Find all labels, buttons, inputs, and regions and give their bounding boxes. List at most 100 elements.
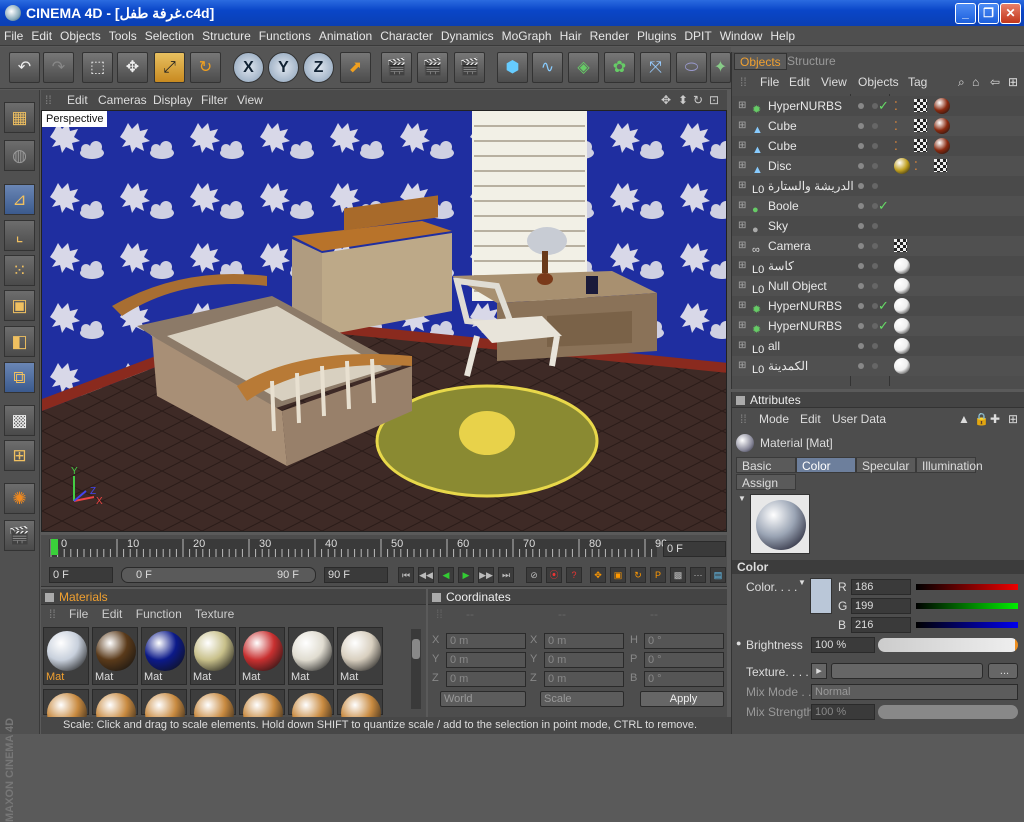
layout-icon[interactable]: ▦	[4, 102, 35, 133]
edges-mode-icon[interactable]: ▣	[4, 290, 35, 321]
material-tag-icon[interactable]	[894, 358, 910, 374]
redo-button[interactable]: ↷	[43, 52, 74, 83]
blue-value-field[interactable]: 216	[851, 617, 911, 633]
play-backward-button[interactable]: ◀	[438, 567, 454, 583]
expand-icon[interactable]: ⊞	[738, 356, 746, 376]
deformer-button[interactable]: ⤧	[640, 52, 671, 83]
preview-toggle-icon[interactable]: ▼	[738, 494, 746, 503]
scale-tool-button[interactable]: ⤢	[154, 52, 185, 83]
play-forward-button[interactable]: ▶	[458, 567, 474, 583]
previous-key-button[interactable]: ◀◀	[418, 567, 434, 583]
coord-value-field[interactable]: 0 °	[644, 671, 724, 687]
coord-value-field[interactable]: 0 m	[446, 671, 526, 687]
model-mode-icon[interactable]: ⊿	[4, 184, 35, 215]
attributes-menu-userdata[interactable]: User Data	[832, 409, 886, 429]
viewport-maximize-icon[interactable]: ⊡	[709, 93, 719, 107]
material-swatch[interactable]: Mat	[337, 627, 383, 685]
expand-icon[interactable]: ⊞	[738, 156, 746, 176]
uvw-tag-icon[interactable]	[934, 159, 947, 172]
material-swatch[interactable]	[337, 689, 383, 733]
material-swatch[interactable]	[43, 689, 89, 733]
menu-dpit[interactable]: DPIT	[680, 26, 715, 46]
new-window-icon-2[interactable]: ⊞	[1008, 409, 1018, 429]
texture-menu-button[interactable]: ▸	[811, 663, 827, 679]
sphere-mode-icon[interactable]: ◍	[4, 140, 35, 171]
texture-browse-button[interactable]: ...	[988, 663, 1018, 679]
texture-tag-icon[interactable]: ⁚	[894, 136, 898, 156]
object-row[interactable]: ⊞ L0 الكمدينة	[732, 356, 1024, 376]
expand-icon[interactable]: ⊞	[738, 296, 746, 316]
materials-scrollbar[interactable]	[411, 629, 421, 709]
material-swatch[interactable]: Mat	[190, 627, 236, 685]
viewport[interactable]: Perspective Y Z X	[41, 110, 727, 532]
render-region-button[interactable]: 🎬	[417, 52, 448, 83]
mixmode-dropdown[interactable]: Normal	[811, 684, 1018, 700]
coordinate-system-button[interactable]: ⬈	[340, 52, 371, 83]
texture-tag-icon[interactable]: ⁚	[894, 96, 898, 116]
tweak-mode-icon[interactable]: ✺	[4, 483, 35, 514]
red-value-field[interactable]: 186	[851, 579, 911, 595]
mixstrength-slider[interactable]	[878, 705, 1018, 719]
close-button[interactable]: ✕	[1000, 3, 1021, 24]
material-tag-icon[interactable]	[894, 278, 910, 294]
objects-menu-edit[interactable]: Edit	[789, 72, 810, 92]
viewport-move-icon[interactable]: ✥	[661, 93, 671, 107]
material-swatch[interactable]: Mat	[43, 627, 89, 685]
expand-icon[interactable]: ⊞	[738, 96, 746, 116]
render-visibility-dot[interactable]	[872, 183, 878, 189]
expand-icon[interactable]: ⊞	[738, 216, 746, 236]
light-button[interactable]: ✦	[710, 52, 731, 83]
render-to-picture-viewer-button[interactable]: 🎬	[454, 52, 485, 83]
timeline-window-icon[interactable]: ▤	[710, 567, 726, 583]
restore-button[interactable]: ❐	[978, 3, 999, 24]
material-tag-icon[interactable]	[934, 98, 950, 114]
tab-objects[interactable]: Objects	[734, 53, 787, 70]
render-visibility-dot[interactable]	[872, 243, 878, 249]
x-axis-lock-button[interactable]: X	[233, 52, 264, 83]
editor-visibility-dot[interactable]	[858, 103, 864, 109]
material-tag-icon[interactable]	[894, 158, 910, 174]
material-swatch[interactable]	[288, 689, 334, 733]
menu-structure[interactable]: Structure	[198, 26, 255, 46]
object-row[interactable]: ⊞ L0 كاسة	[732, 256, 1024, 276]
tab-basic[interactable]: Basic	[736, 457, 796, 473]
material-swatch[interactable]	[190, 689, 236, 733]
viewport-rotate-icon[interactable]: ↻	[693, 93, 703, 107]
timeline-ruler[interactable]	[49, 535, 669, 563]
object-row[interactable]: ⊞ ✹ HyperNURBS ✓	[732, 316, 1024, 336]
new-window-icon[interactable]: ⊞	[1008, 72, 1018, 92]
menu-render[interactable]: Render	[586, 26, 633, 46]
render-visibility-dot[interactable]	[872, 263, 878, 269]
render-visibility-dot[interactable]	[872, 143, 878, 149]
brightness-field[interactable]: 100 %	[811, 637, 875, 653]
tab-assign[interactable]: Assign	[736, 474, 796, 490]
move-tool-button[interactable]: ✥	[117, 52, 148, 83]
menu-plugins[interactable]: Plugins	[633, 26, 680, 46]
tab-illumination[interactable]: Illumination	[916, 457, 983, 473]
color-swatch[interactable]	[810, 578, 832, 614]
materials-menu-file[interactable]: File	[69, 607, 88, 621]
material-swatch[interactable]: Mat	[288, 627, 334, 685]
menu-file[interactable]: File	[0, 26, 27, 46]
coord-value-field[interactable]: 0 m	[544, 633, 624, 649]
menu-character[interactable]: Character	[376, 26, 437, 46]
menu-window[interactable]: Window	[716, 26, 767, 46]
editor-visibility-dot[interactable]	[858, 243, 864, 249]
viewport-menu-view[interactable]: View	[237, 93, 263, 107]
texture-tag-icon[interactable]: ⁚	[914, 156, 918, 176]
material-swatch[interactable]: Mat	[141, 627, 187, 685]
key-parameter-icon[interactable]: P	[650, 567, 666, 583]
tab-structure[interactable]: Structure	[782, 53, 841, 70]
expand-icon[interactable]: ⊞	[738, 176, 746, 196]
end-frame-field[interactable]: 90 F	[324, 567, 388, 583]
editor-visibility-dot[interactable]	[858, 363, 864, 369]
y-axis-lock-button[interactable]: Y	[268, 52, 299, 83]
key-position-icon[interactable]: ✥	[590, 567, 606, 583]
coordinate-mode-dropdown[interactable]: World	[440, 691, 526, 707]
materials-menu-edit[interactable]: Edit	[102, 607, 123, 621]
material-tag-icon[interactable]	[894, 338, 910, 354]
enabled-check-icon[interactable]: ✓	[878, 196, 889, 216]
menu-mograph[interactable]: MoGraph	[498, 26, 556, 46]
object-row[interactable]: ⊞ ● Sky	[732, 216, 1024, 236]
apply-button[interactable]: Apply	[640, 691, 724, 707]
